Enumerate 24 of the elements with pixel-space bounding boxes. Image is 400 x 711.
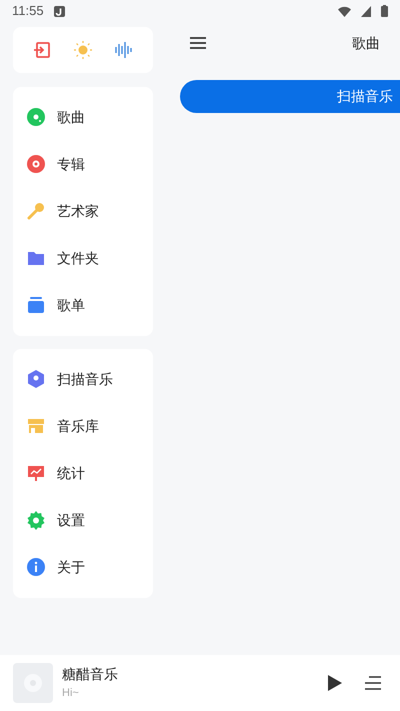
drawer-item[interactable]: 歌曲 <box>13 94 153 141</box>
drawer-item[interactable]: 专辑 <box>13 141 153 188</box>
toolbar-title: 歌曲 <box>352 34 380 52</box>
drawer-item[interactable]: 歌单 <box>13 282 153 329</box>
scan-music-button[interactable]: 扫描音乐 <box>180 80 400 113</box>
status-time: 11:55 <box>12 2 44 20</box>
drawer-item[interactable]: 文件夹 <box>13 235 153 282</box>
menu-icon[interactable] <box>190 37 206 49</box>
signal-icon <box>361 6 371 16</box>
drawer-item[interactable]: 统计 <box>13 450 153 497</box>
play-icon[interactable] <box>328 675 342 691</box>
battery-icon <box>381 5 388 17</box>
song-title: 糖醋音乐 <box>62 665 119 684</box>
exit-icon[interactable] <box>32 41 51 59</box>
drawer-item[interactable]: 关于 <box>13 544 153 591</box>
drawer-item[interactable]: 音乐库 <box>13 403 153 450</box>
drawer-item[interactable]: 艺术家 <box>13 188 153 235</box>
drawer-item[interactable]: 设置 <box>13 497 153 544</box>
notification-icon <box>54 6 65 16</box>
drawer-item[interactable]: 扫描音乐 <box>13 356 153 403</box>
song-subtitle: Hi~ <box>62 686 80 702</box>
sound-wave-icon[interactable] <box>115 41 134 59</box>
wifi-icon <box>338 6 351 16</box>
playlist-icon[interactable] <box>365 676 381 690</box>
